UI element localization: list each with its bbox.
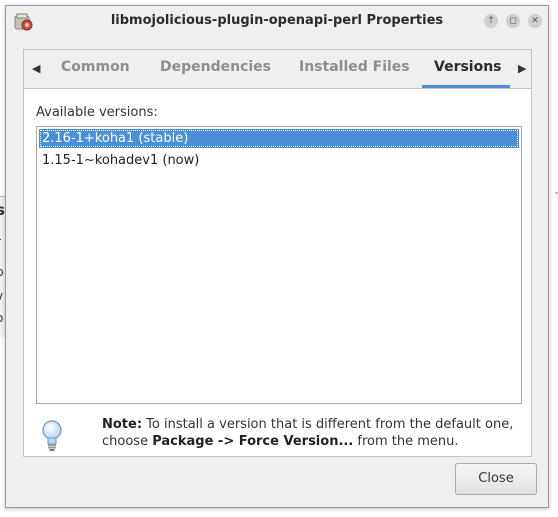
background-text: r (0, 235, 1, 249)
background-text: v (0, 289, 3, 303)
window-up-button[interactable]: ↑ (484, 14, 498, 28)
force-version-note: Note: To install a version that is diffe… (102, 416, 522, 450)
tab-scroll-right-icon[interactable]: ▶ (518, 62, 526, 75)
background-text: o (0, 311, 3, 325)
window-title: libmojolicious-plugin-openapi-perl Prope… (110, 13, 444, 28)
tab-bar: ◀ Common Dependencies Installed Files Ve… (24, 50, 531, 89)
window-maximize-button[interactable]: ◻ (506, 14, 520, 28)
version-row-installed[interactable]: 1.15-1~kohadev1 (now) (39, 151, 519, 170)
note-text-end: from the menu. (353, 434, 459, 449)
note-bold-lead: Note: (102, 417, 143, 432)
tab-dependencies[interactable]: Dependencies (160, 59, 271, 75)
available-versions-label: Available versions: (36, 105, 158, 120)
background-text: p (0, 265, 4, 279)
version-row-stable[interactable]: 2.16-1+koha1 (stable) (39, 129, 519, 148)
tab-common[interactable]: Common (61, 59, 130, 75)
properties-notebook: ◀ Common Dependencies Installed Files Ve… (23, 49, 532, 457)
active-tab-indicator (422, 85, 510, 88)
versions-list[interactable]: 2.16-1+koha1 (stable) 1.15-1~kohadev1 (n… (36, 126, 522, 404)
properties-dialog: libmojolicious-plugin-openapi-perl Prope… (5, 5, 549, 508)
tab-scroll-left-icon[interactable]: ◀ (32, 62, 40, 75)
title-bar[interactable]: libmojolicious-plugin-openapi-perl Prope… (6, 6, 548, 36)
lightbulb-icon (42, 420, 62, 451)
note-menu-path: Package -> Force Version... (152, 434, 354, 449)
window-close-button[interactable]: ✕ (528, 14, 542, 28)
tab-versions[interactable]: Versions (434, 59, 502, 75)
tab-installed-files[interactable]: Installed Files (299, 59, 410, 75)
close-button[interactable]: Close (455, 463, 537, 495)
